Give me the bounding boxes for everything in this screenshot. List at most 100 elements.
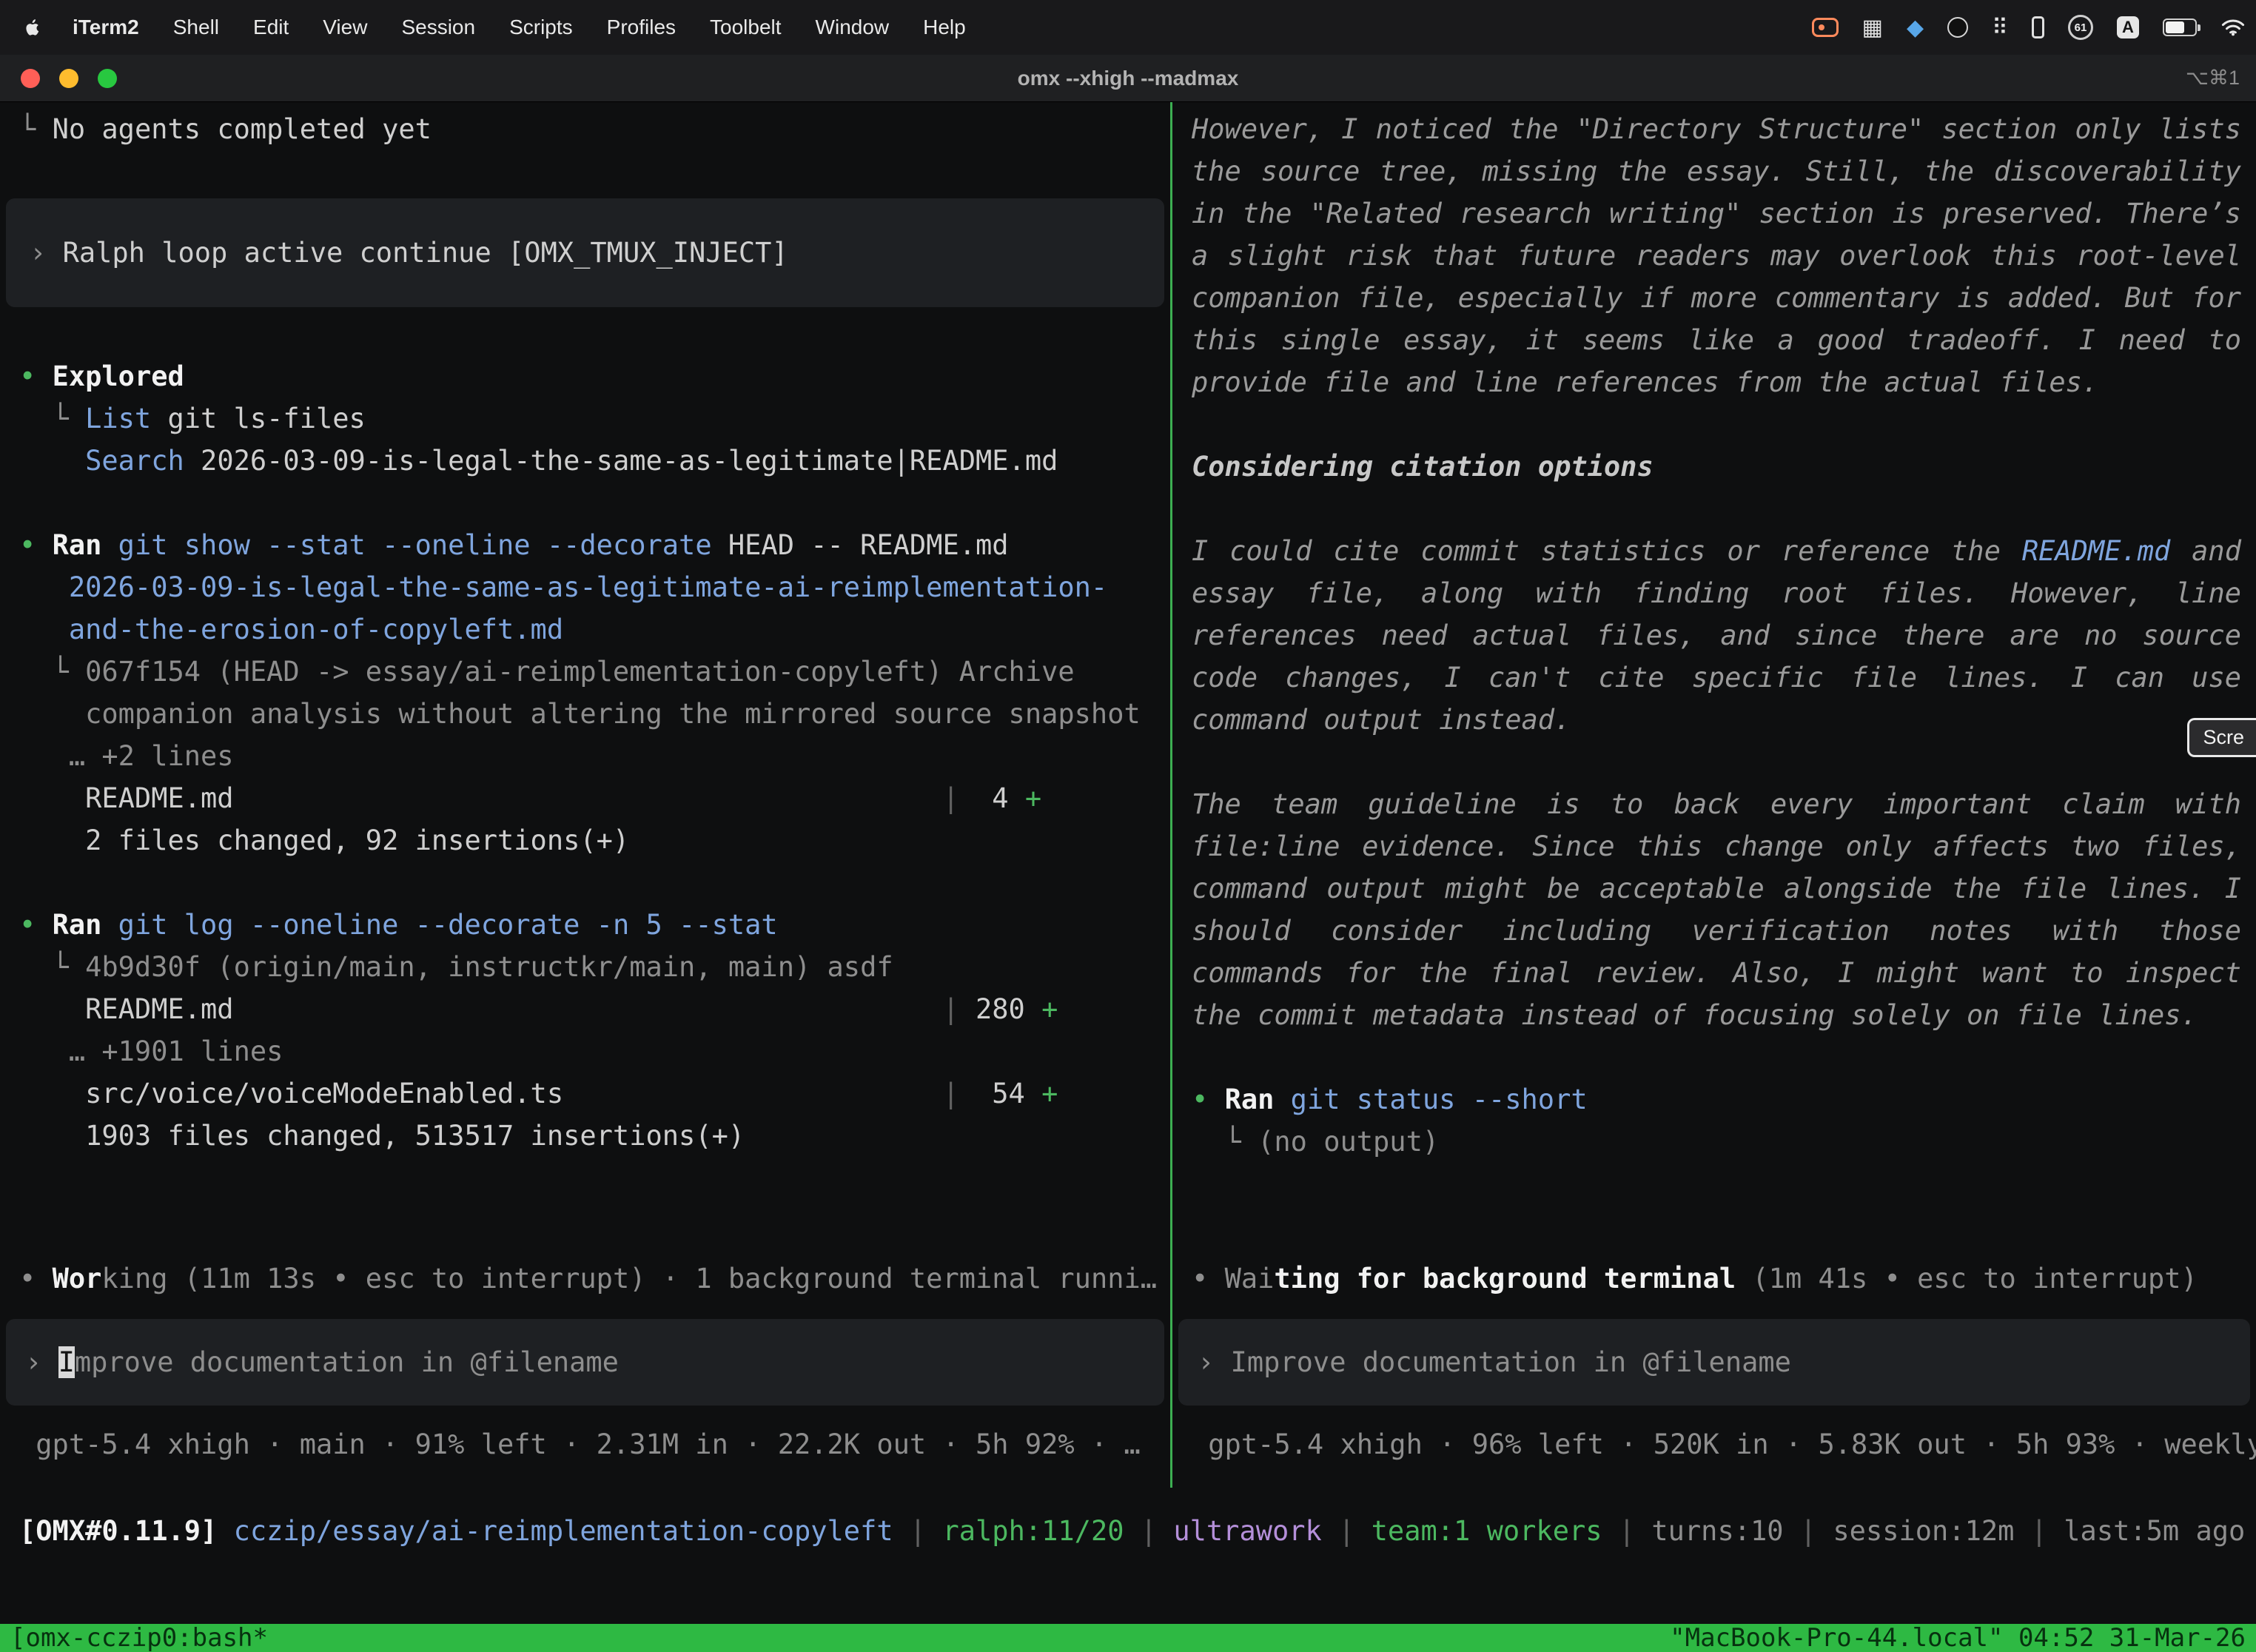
- terminal-line: › Ralph loop active continue [OMX_TMUX_I…: [6, 198, 1164, 307]
- terminal-line: • Working (11m 13s • esc to interrupt) ·…: [0, 1258, 1170, 1300]
- text-segment: cczip/essay/ai-reimplementation-copyleft: [234, 1515, 893, 1547]
- apple-menu-icon[interactable]: [22, 17, 43, 38]
- text-segment: git show --stat --oneline --decorate: [101, 529, 711, 561]
- text-segment: 4: [959, 782, 1025, 814]
- text-segment: king (11m 13s • esc to interrupt) · 1 ba…: [101, 1263, 1157, 1295]
- text-segment: and-the-erosion-of-copyleft.md: [19, 614, 563, 645]
- text-segment: +: [1041, 1078, 1058, 1109]
- right-terminal-pane[interactable]: However, I noticed the "Directory Struct…: [1172, 102, 2256, 1488]
- text-segment: •: [1192, 1084, 1225, 1115]
- tmux-session-label[interactable]: [omx-cczip0:bash*: [10, 1624, 268, 1652]
- dots-grid-icon[interactable]: ⠿: [1992, 15, 2008, 41]
- terminal-line: companion analysis without altering the …: [0, 693, 1170, 735]
- text-segment: ultrawork: [1173, 1515, 1321, 1547]
- text-segment: [OMX#0.11.9]: [19, 1515, 234, 1547]
- menu-shell[interactable]: Shell: [173, 16, 219, 39]
- text-segment: Ran: [53, 529, 102, 561]
- text-segment: However, I noticed the "Directory Struct…: [1192, 113, 2241, 398]
- text-segment: Wor: [53, 1263, 102, 1295]
- text-segment: |: [893, 1515, 943, 1547]
- terminal-line: 2026-03-09-is-legal-the-same-as-legitima…: [0, 566, 1170, 608]
- terminal-line: [1172, 741, 2256, 783]
- text-segment: •: [1192, 1263, 1225, 1295]
- screen-recording-indicator-icon[interactable]: [1812, 18, 1839, 37]
- menu-window[interactable]: Window: [816, 16, 890, 39]
- input-source-icon[interactable]: A: [2117, 16, 2139, 38]
- terminal-line: [1172, 488, 2256, 530]
- right-prompt-input[interactable]: › Improve documentation in @filename: [1178, 1319, 2250, 1406]
- text-segment: |: [2014, 1515, 2064, 1547]
- terminal-line: … +2 lines: [0, 735, 1170, 777]
- text-segment: |: [1602, 1515, 1652, 1547]
- terminal-line: └ (no output): [1172, 1121, 2256, 1163]
- terminal-line: › Improve documentation in @filename: [6, 1341, 1164, 1383]
- terminal-line: 1903 files changed, 513517 insertions(+): [0, 1115, 1170, 1157]
- terminal-line: └ No agents completed yet: [0, 108, 1170, 150]
- menu-toolbelt[interactable]: Toolbelt: [710, 16, 782, 39]
- menu-bar: iTerm2 Shell Edit View Session Scripts P…: [0, 0, 2256, 55]
- text-segment: … +1901 lines: [19, 1035, 283, 1067]
- battery-icon[interactable]: [2163, 19, 2197, 36]
- text-segment: Ran: [1225, 1084, 1275, 1115]
- text-segment: •: [19, 909, 53, 941]
- left-terminal-pane[interactable]: └ No agents completed yet › Ralph loop ac…: [0, 102, 1170, 1488]
- menu-app-name[interactable]: iTerm2: [73, 16, 139, 39]
- text-segment: └ 067f154 (HEAD -> essay/ai-reimplementa…: [19, 656, 1075, 688]
- terminal-area: └ No agents completed yet › Ralph loop ac…: [0, 102, 2256, 1624]
- battery-percent-badge[interactable]: 61: [2068, 15, 2093, 40]
- menu-session[interactable]: Session: [401, 16, 475, 39]
- text-segment: ting for background terminal: [1274, 1263, 1736, 1295]
- text-segment: Ralph loop active continue [OMX_TMUX_INJ…: [63, 237, 788, 269]
- terminal-line: • Waiting for background terminal (1m 41…: [1172, 1258, 2256, 1300]
- terminal-empty-space: [0, 1552, 2256, 1624]
- text-segment: I could cite commit statistics or refere…: [1192, 535, 2022, 567]
- left-prompt-input[interactable]: › Improve documentation in @filename: [6, 1319, 1164, 1406]
- menu-bar-left: iTerm2 Shell Edit View Session Scripts P…: [22, 16, 966, 39]
- app-blue-icon[interactable]: ◆: [1907, 15, 1924, 41]
- terminal-line: [0, 150, 1170, 192]
- menu-scripts[interactable]: Scripts: [509, 16, 573, 39]
- text-segment: 54: [959, 1078, 1041, 1109]
- text-segment: git status --short: [1274, 1084, 1587, 1115]
- dark-circle-app-icon[interactable]: [1947, 17, 1968, 38]
- screen: iTerm2 Shell Edit View Session Scripts P…: [0, 0, 2256, 1652]
- text-segment: Explored: [53, 360, 184, 392]
- text-segment: |: [1784, 1515, 1833, 1547]
- text-segment: +: [1025, 782, 1041, 814]
- menu-profiles[interactable]: Profiles: [607, 16, 676, 39]
- terminal-line: The team guideline is to back every impo…: [1172, 783, 2256, 1036]
- text-segment: … +2 lines: [19, 740, 234, 772]
- wifi-icon[interactable]: [2220, 18, 2246, 37]
- text-segment: companion analysis without altering the …: [19, 698, 1141, 730]
- menu-edit[interactable]: Edit: [253, 16, 289, 39]
- text-segment: 1903 files changed, 513517 insertions(+): [19, 1120, 745, 1152]
- text-segment: › Improve documentation in @filename: [1198, 1346, 1791, 1378]
- text-segment: •: [19, 529, 53, 561]
- terminal-line: README.md | 280 +: [0, 988, 1170, 1030]
- text-segment: ralph:11/20: [942, 1515, 1124, 1547]
- text-segment: |: [942, 1078, 959, 1109]
- menu-view[interactable]: View: [323, 16, 367, 39]
- window-shortcut-label: ⌥⌘1: [2186, 67, 2240, 90]
- text-segment: src/voice/voiceModeEnabled.ts: [19, 1078, 942, 1109]
- text-segment: Wai: [1225, 1263, 1275, 1295]
- screenshot-tooltip[interactable]: Scre: [2187, 718, 2256, 757]
- text-segment: └: [19, 113, 53, 145]
- terminal-line: 2 files changed, 92 insertions(+): [0, 819, 1170, 862]
- text-segment: |: [1322, 1515, 1372, 1547]
- window-title-bar: omx --xhigh --madmax ⌥⌘1: [0, 55, 2256, 102]
- terminal-line: [0, 313, 1170, 355]
- left-model-status-line: gpt-5.4 xhigh · main · 91% left · 2.31M …: [0, 1423, 1170, 1465]
- text-segment: •: [19, 1263, 53, 1295]
- text-segment: HEAD -- README.md: [712, 529, 1009, 561]
- text-segment: git log --oneline --decorate -n 5 --stat: [101, 909, 777, 941]
- iphone-icon[interactable]: [2032, 16, 2044, 38]
- text-segment: Ran: [53, 909, 102, 941]
- text-segment: README.md: [2022, 535, 2170, 567]
- text-segment: Search: [85, 445, 184, 477]
- menu-help[interactable]: Help: [923, 16, 966, 39]
- text-segment: session:12m: [1833, 1515, 2014, 1547]
- keyboard-icon[interactable]: ▦: [1862, 15, 1883, 41]
- right-model-status-line: gpt-5.4 xhigh · 96% left · 520K in · 5.8…: [1172, 1423, 2256, 1465]
- terminal-line: Considering citation options: [1172, 446, 2256, 488]
